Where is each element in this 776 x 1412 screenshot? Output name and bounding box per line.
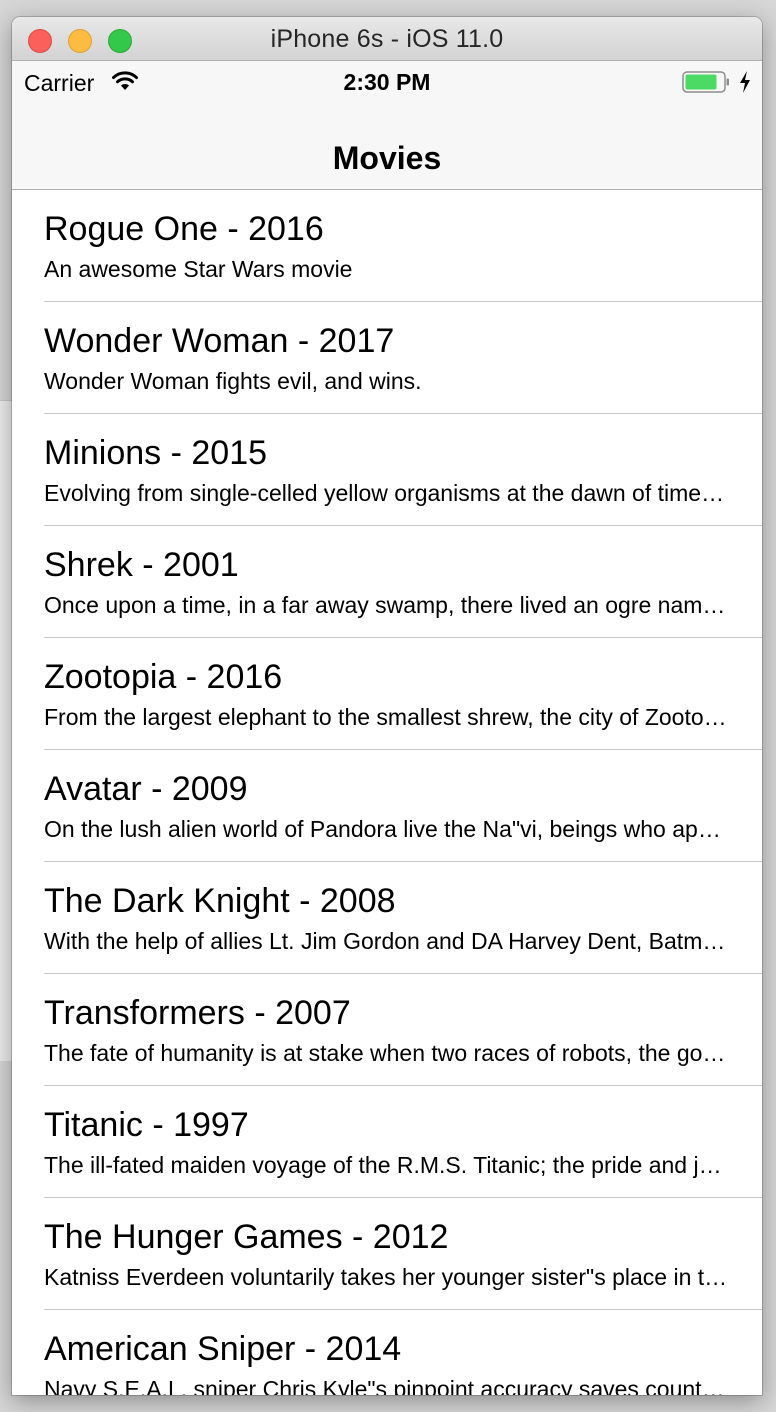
movie-description: Once upon a time, in a far away swamp, t… — [44, 592, 728, 618]
movie-description: Evolving from single-celled yellow organ… — [44, 480, 728, 506]
movie-title: The Dark Knight - 2008 — [44, 882, 396, 920]
movie-row[interactable]: Shrek - 2001 Once upon a time, in a far … — [12, 526, 762, 638]
movie-row[interactable]: The Dark Knight - 2008 With the help of … — [12, 862, 762, 974]
movie-title: American Sniper - 2014 — [44, 1330, 402, 1368]
ios-status-bar: Carrier 2:30 PM — [12, 61, 762, 103]
window-title: iPhone 6s - iOS 11.0 — [270, 25, 504, 53]
movie-row[interactable]: Titanic - 1997 The ill-fated maiden voya… — [12, 1086, 762, 1198]
movie-title: Minions - 2015 — [44, 434, 268, 472]
movie-title: Shrek - 2001 — [44, 546, 239, 584]
movie-title: Avatar - 2009 — [44, 770, 248, 808]
status-time: 2:30 PM — [343, 69, 431, 95]
movie-description: Navy S.E.A.L. sniper Chris Kyle"s pinpoi… — [44, 1376, 728, 1395]
movie-row[interactable]: Avatar - 2009 On the lush alien world of… — [12, 750, 762, 862]
movie-title: Transformers - 2007 — [44, 994, 351, 1032]
movie-description: Katniss Everdeen voluntarily takes her y… — [44, 1264, 728, 1290]
movie-row[interactable]: Minions - 2015 Evolving from single-cell… — [12, 414, 762, 526]
charging-bolt-icon — [740, 71, 750, 93]
movie-description: Wonder Woman fights evil, and wins. — [44, 368, 422, 394]
movie-title: The Hunger Games - 2012 — [44, 1218, 449, 1256]
page-title: Movies — [332, 140, 442, 176]
movie-title: Wonder Woman - 2017 — [44, 322, 395, 360]
movie-title: Rogue One - 2016 — [44, 210, 324, 248]
movie-description: On the lush alien world of Pandora live … — [44, 816, 728, 842]
navigation-bar: Movies — [12, 103, 762, 190]
window-titlebar[interactable]: iPhone 6s - iOS 11.0 — [12, 17, 762, 61]
movie-row[interactable]: Rogue One - 2016 An awesome Star Wars mo… — [12, 190, 762, 302]
movie-description: From the largest elephant to the smalles… — [44, 704, 728, 730]
background-app-window — [0, 400, 12, 1061]
movie-row[interactable]: Zootopia - 2016 From the largest elephan… — [12, 638, 762, 750]
movie-row[interactable]: Wonder Woman - 2017 Wonder Woman fights … — [12, 302, 762, 414]
battery-icon — [682, 71, 729, 93]
movie-description: The ill-fated maiden voyage of the R.M.S… — [44, 1152, 728, 1178]
movie-description: An awesome Star Wars movie — [44, 256, 353, 282]
movie-title: Titanic - 1997 — [44, 1106, 249, 1144]
simulator-window: iPhone 6s - iOS 11.0 Carrier 2:30 PM Mov… — [12, 17, 762, 1395]
desktop: iPhone 6s - iOS 11.0 Carrier 2:30 PM Mov… — [0, 0, 776, 1412]
movie-row[interactable]: American Sniper - 2014 Navy S.E.A.L. sni… — [12, 1310, 762, 1395]
movie-title: Zootopia - 2016 — [44, 658, 283, 696]
movie-description: The fate of humanity is at stake when tw… — [44, 1040, 728, 1066]
movie-row[interactable]: The Hunger Games - 2012 Katniss Everdeen… — [12, 1198, 762, 1310]
movies-table[interactable]: Rogue One - 2016 An awesome Star Wars mo… — [12, 190, 762, 1395]
movie-description: With the help of allies Lt. Jim Gordon a… — [44, 928, 728, 954]
movie-row[interactable]: Transformers - 2007 The fate of humanity… — [12, 974, 762, 1086]
